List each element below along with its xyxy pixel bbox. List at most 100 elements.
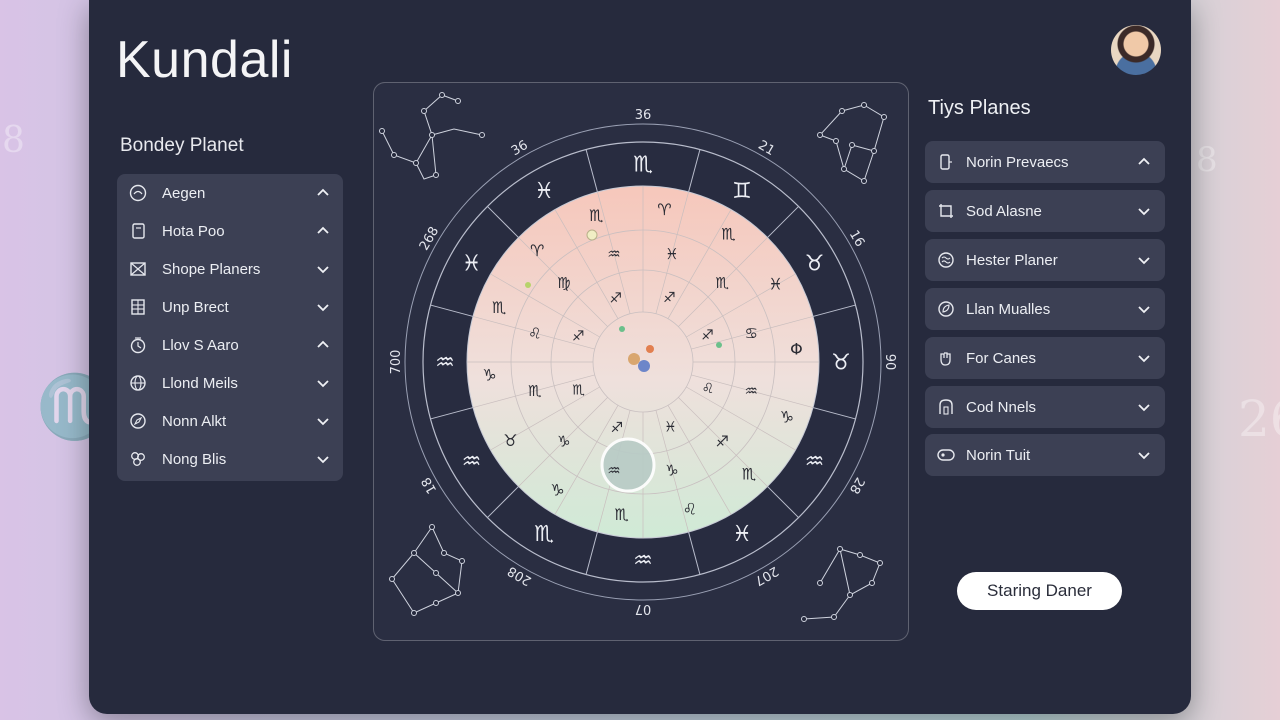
chevron-down-icon[interactable] [1136,399,1152,415]
zodiac-sign: ♉ [503,431,517,450]
planet-marker [525,282,531,288]
chevron-down-icon[interactable] [1136,252,1152,268]
right-item-label: Norin Tuit [966,446,1031,464]
left-item-nonn-alkt[interactable]: Nonn Alkt [117,402,343,440]
chevron-up-icon[interactable] [315,337,331,353]
zodiac-sign: ♌ [683,499,697,518]
app-title: Kundali [116,31,293,89]
zodiac-sign: ♏ [721,225,735,244]
degree-label: 18 [419,474,440,496]
right-item-hester-planer[interactable]: Hester Planer [925,239,1165,281]
zodiac-sign: ♐ [572,329,585,345]
zodiac-sign: ♍ [557,274,570,292]
zodiac-sign: ♐ [701,328,714,344]
zodiac-sign-outer: ♉ [831,351,851,376]
zodiac-sign: ♒ [607,245,620,263]
right-item-for-canes[interactable]: For Canes [925,337,1165,379]
left-item-aegen[interactable]: Aegen [117,174,343,212]
zodiac-sign: ♏ [614,505,628,524]
flower-icon [128,449,148,469]
zodiac-sign-outer: ♉ [805,252,825,277]
right-item-norin-tuit[interactable]: Norin Tuit [925,434,1165,476]
left-planet-list: Aegen Hota Poo Shope Planers Unp Brect L… [117,174,343,481]
chevron-down-icon[interactable] [1136,203,1152,219]
right-item-sod-alasne[interactable]: Sod Alasne [925,190,1165,232]
zodiac-sign: ♑ [665,461,678,479]
left-item-llond-meils[interactable]: Llond Meils [117,364,343,402]
chevron-up-icon[interactable] [315,185,331,201]
zodiac-wheel [404,123,882,601]
constellation-top-right [817,102,887,184]
chevron-down-icon[interactable] [315,299,331,315]
zodiac-sign: ♐ [663,290,676,306]
right-item-label: Hester Planer [966,251,1058,269]
right-item-norin-prevaecs[interactable]: Norin Prevaecs [925,141,1165,183]
pill-icon [936,445,956,465]
right-item-cod-nnels[interactable]: Cod Nnels [925,386,1165,428]
kundali-chart[interactable]: ♏ ♊ ♉ ♉ ♒ ♓ ♒ ♏ ♒ ♒ ♓ ♓ ♈ ♏ ♓ Φ ♑ ♏ ♌ ♏ ♑ ♉ ♑ ♏ ♈ ♏ ♓ ♏ ♋ ♒ ♐ ♑ ♒ ♑ ♏ ♌ ♍ ♒ ♐ ♐… [374,83,908,640]
zodiac-sign-outer: ♊ [732,179,752,204]
zodiac-sign: ♏ [528,382,542,400]
zodiac-sign-outer: ♓ [534,179,554,204]
constellation-bottom-right [801,546,883,622]
background-glyph: 8 [1196,140,1218,180]
chevron-down-icon[interactable] [1136,301,1152,317]
zodiac-sign-outer: ♓ [732,522,752,547]
zodiac-sign: ♒ [744,382,757,400]
left-item-nong-blis[interactable]: Nong Blis [117,440,343,478]
left-item-shope-planers[interactable]: Shope Planers [117,250,343,288]
zodiac-sign: ♑ [780,407,794,426]
left-item-label: Aegen [162,184,206,202]
constellation-top-left [379,92,485,180]
chevron-down-icon[interactable] [1136,447,1152,463]
zodiac-sign: ♌ [702,381,715,397]
zodiac-sign: Φ [790,340,803,359]
right-item-label: Norin Prevaecs [966,153,1069,171]
degree-label: 28 [846,474,867,496]
left-item-label: Unp Brect [162,298,229,316]
left-item-label: Nonn Alkt [162,412,227,430]
zodiac-sign-outer: ♏ [633,153,653,178]
left-item-llov-s-aaro[interactable]: Llov S Aaro [117,326,343,364]
zodiac-sign: ♌ [528,324,541,342]
user-avatar[interactable] [1111,25,1161,75]
compass-icon [128,411,148,431]
chevron-up-icon[interactable] [315,223,331,239]
zodiac-sign: ♈ [657,200,671,219]
zodiac-sign-outer: ♏ [534,522,554,547]
degree-label: 700 [389,350,404,375]
chevron-up-icon[interactable] [1136,154,1152,170]
zodiac-sign: ♓ [664,419,677,435]
left-item-label: Hota Poo [162,222,225,240]
right-item-label: Cod Nnels [966,398,1037,416]
zodiac-sign-outer: ♒ [435,351,455,376]
hand-icon [936,348,956,368]
right-item-label: Llan Mualles [966,300,1051,318]
clock-icon [128,335,148,355]
left-item-unp-brect[interactable]: Unp Brect [117,288,343,326]
zodiac-sign: ♐ [610,420,623,436]
planet-marker [586,229,598,241]
chevron-down-icon[interactable] [1136,350,1152,366]
phone-icon [936,152,956,172]
right-item-llan-mualles[interactable]: Llan Mualles [925,288,1165,330]
chevron-down-icon[interactable] [315,451,331,467]
left-item-hota-poo[interactable]: Hota Poo [117,212,343,250]
chevron-down-icon[interactable] [315,375,331,391]
zodiac-sign: ♋ [744,324,757,342]
zodiac-sign: ♐ [715,432,728,450]
envelope-icon [128,259,148,279]
degree-label: 36 [635,108,652,123]
left-panel-heading: Bondey Planet [120,135,244,156]
left-item-label: Shope Planers [162,260,261,278]
left-item-label: Nong Blis [162,450,227,468]
staring-daner-button[interactable]: Staring Daner [957,572,1122,610]
left-item-label: Llov S Aaro [162,336,239,354]
degree-label: 07 [635,601,652,616]
chevron-down-icon[interactable] [315,413,331,429]
leaf-icon [936,299,956,319]
zodiac-sign: ♓ [768,274,782,293]
degree-label: 268 [417,224,442,253]
zodiac-sign: ♑ [550,481,564,500]
chevron-down-icon[interactable] [315,261,331,277]
